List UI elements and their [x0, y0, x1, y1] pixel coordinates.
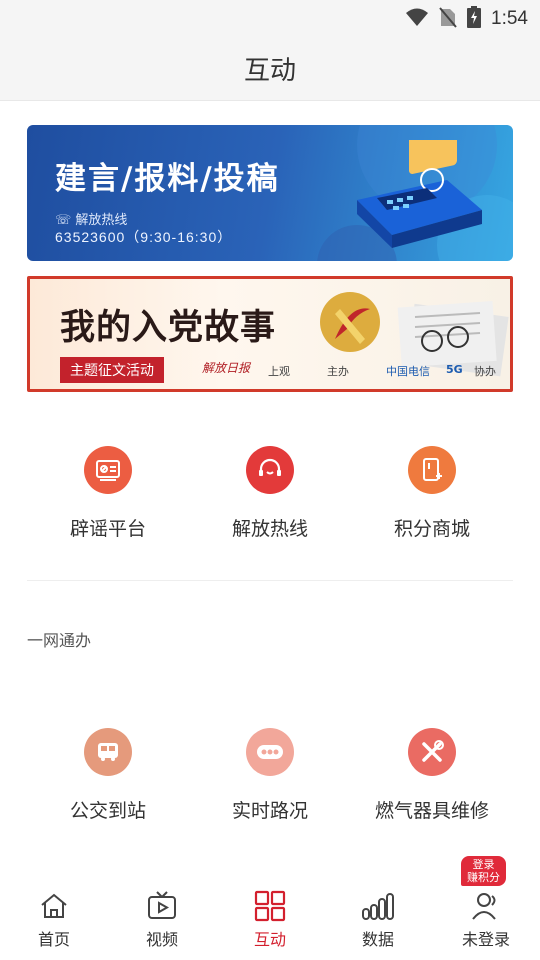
sponsor-logo: 解放日报	[202, 361, 251, 375]
service-points-shop[interactable]: 积分商城	[351, 446, 513, 541]
tab-interact[interactable]: 互动	[216, 880, 324, 960]
battery-charging-icon	[467, 6, 482, 32]
service-label: 公交到站	[69, 800, 146, 822]
tab-label: 首页	[37, 930, 70, 949]
repair-icon	[408, 728, 456, 776]
bar-chart-icon	[361, 890, 395, 922]
banner-title: 建言/报料/投稿	[55, 161, 280, 197]
tab-data[interactable]: 数据	[324, 880, 432, 960]
status-time: 1:54	[491, 8, 528, 29]
wifi-icon	[405, 7, 429, 31]
phone-icon: ☏	[55, 213, 72, 228]
service-label: 解放热线	[231, 518, 308, 540]
services-bottom: 公交到站 实时路况 燃气器具维修	[27, 728, 513, 823]
tab-home[interactable]: 首页	[0, 880, 108, 960]
shangguan-logo: 上观	[268, 365, 290, 378]
sponsor-note: 主办	[327, 365, 349, 378]
user-icon	[470, 890, 502, 922]
co-sponsor-logo: 中国电信	[386, 365, 430, 378]
tab-video[interactable]: 视频	[108, 880, 216, 960]
bottom-tab-bar: 首页 视频 互动 数据 登录 赚积分 未登录	[0, 856, 540, 960]
headset-icon	[246, 446, 294, 494]
submit-tips-banner[interactable]: 建言/报料/投稿 ☏ 解放热线 63523600（9:30-16:30）	[27, 125, 513, 261]
essay-tag: 主题征文活动	[60, 357, 164, 383]
banner2-title: 我的入党故事	[60, 308, 277, 348]
party-story-banner[interactable]: 我的入党故事 主题征文活动 解放日报 上观 主办 中国电信 5G 协办	[27, 276, 513, 392]
section-heading: 一网通办	[27, 631, 92, 650]
service-hotline[interactable]: 解放热线	[189, 446, 351, 541]
home-icon	[38, 890, 70, 922]
header: 互动	[0, 36, 540, 101]
page-title: 互动	[243, 56, 296, 86]
5g-logo: 5G	[446, 363, 463, 376]
service-label: 辟谣平台	[69, 518, 146, 540]
service-rumor[interactable]: 辟谣平台	[27, 446, 189, 541]
service-label: 积分商城	[393, 518, 470, 540]
grid-icon	[254, 890, 286, 922]
status-bar: 1:54	[0, 0, 540, 36]
telephone-illustration-icon	[337, 125, 487, 254]
tab-label: 未登录	[461, 930, 510, 949]
service-label: 实时路况	[231, 800, 308, 822]
service-traffic[interactable]: 实时路况	[189, 728, 351, 823]
service-bus-arrival[interactable]: 公交到站	[27, 728, 189, 823]
party-emblem-icon	[315, 284, 385, 368]
login-points-badge[interactable]: 登录 赚积分	[461, 856, 506, 886]
shop-icon	[408, 446, 456, 494]
co-note: 协办	[474, 365, 496, 378]
services-top: 辟谣平台 解放热线 积分商城	[27, 446, 513, 541]
tab-label: 数据	[361, 930, 394, 949]
service-gas-repair[interactable]: 燃气器具维修	[351, 728, 513, 823]
bus-icon	[84, 728, 132, 776]
divider	[27, 580, 513, 581]
rumor-icon	[84, 446, 132, 494]
traffic-icon	[246, 728, 294, 776]
hotline-phone: 63523600（9:30-16:30）	[55, 229, 233, 245]
tv-icon	[146, 890, 178, 922]
hotline-label: ☏ 解放热线	[55, 213, 128, 228]
tab-label: 视频	[145, 930, 178, 949]
tab-label: 互动	[253, 930, 286, 949]
no-sim-icon	[439, 6, 457, 32]
tab-profile[interactable]: 登录 赚积分 未登录	[432, 856, 540, 960]
service-label: 燃气器具维修	[374, 800, 489, 822]
